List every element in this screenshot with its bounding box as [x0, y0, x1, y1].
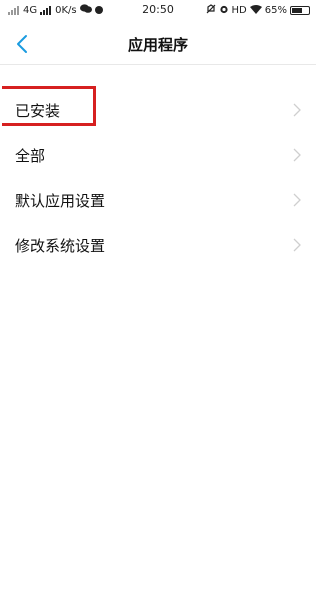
list-item-modify-system-settings[interactable]: 修改系统设置 [0, 223, 316, 268]
alarm-mute-icon [206, 4, 216, 17]
hd-label: HD [231, 5, 247, 16]
battery-icon [290, 6, 310, 15]
battery-percent: 65% [264, 5, 287, 16]
chevron-right-icon [293, 103, 301, 117]
list-item-label: 已安装 [15, 102, 61, 120]
list-item-installed[interactable]: 已安装 [0, 86, 316, 133]
chevron-right-icon [293, 193, 301, 207]
page-title: 应用程序 [127, 36, 188, 54]
chevron-right-icon [293, 238, 301, 252]
navigation-bar: 应用程序 [0, 26, 316, 65]
chevron-right-icon [293, 148, 301, 162]
list-item-label: 修改系统设置 [15, 237, 106, 255]
settings-list: 已安装 全部 默认应用设置 修改系统设置 [0, 86, 316, 268]
status-bar: 4G 0K/s 20:50 HD 65% [0, 0, 316, 20]
list-item-default-apps[interactable]: 默认应用设置 [0, 178, 316, 223]
list-item-label: 默认应用设置 [15, 192, 106, 210]
list-item-label: 全部 [15, 147, 46, 165]
wifi-icon [249, 4, 262, 17]
status-right: HD 65% [206, 4, 310, 17]
alarm-icon [219, 4, 229, 17]
list-item-all[interactable]: 全部 [0, 133, 316, 178]
